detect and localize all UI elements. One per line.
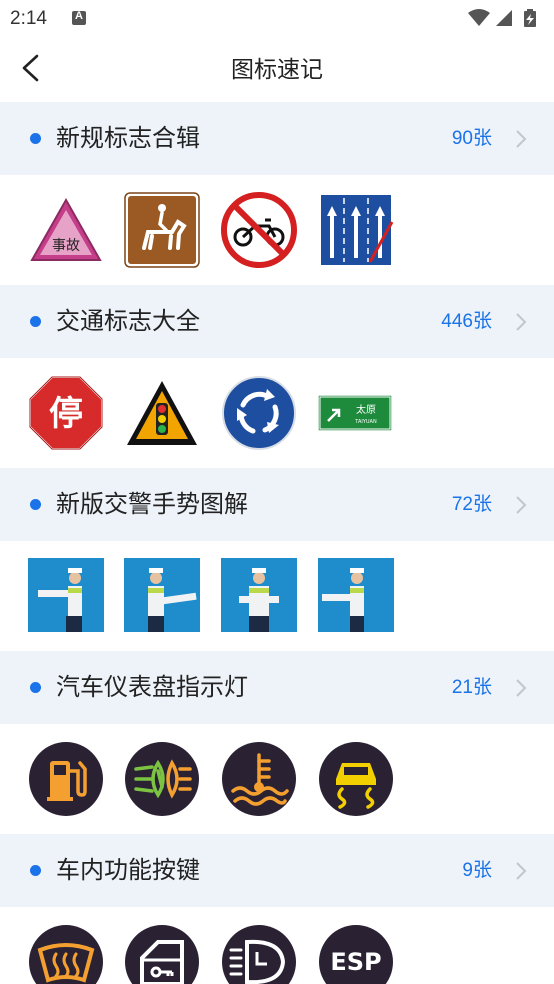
wifi-icon bbox=[468, 9, 490, 26]
direction-sign[interactable]: 太原 TAIYUAN bbox=[318, 375, 394, 451]
stop-sign-label: 停 bbox=[49, 394, 83, 434]
traction-control-icon[interactable] bbox=[318, 741, 394, 817]
thumb-row: ESP bbox=[0, 907, 554, 984]
bullet-dot bbox=[30, 133, 41, 144]
signal-icon bbox=[496, 10, 512, 26]
thumb-row: 事故 bbox=[0, 175, 554, 285]
section-count: 446张 bbox=[441, 311, 492, 332]
traffic-light-warning-sign[interactable] bbox=[124, 375, 200, 451]
thumb-row bbox=[0, 541, 554, 651]
esp-label: ESP bbox=[330, 948, 381, 976]
thumb-row bbox=[0, 724, 554, 834]
bullet-dot bbox=[30, 316, 41, 327]
section-count: 90张 bbox=[451, 128, 492, 149]
door-lock-icon[interactable] bbox=[124, 924, 200, 984]
direction-sign-sublabel: TAIYUAN bbox=[354, 419, 377, 425]
status-time: 2:14 bbox=[10, 8, 47, 29]
windshield-defrost-icon[interactable] bbox=[28, 924, 104, 984]
bullet-dot bbox=[30, 865, 41, 876]
chevron-right-icon bbox=[516, 496, 527, 514]
battery-charging-icon bbox=[524, 9, 536, 27]
washer-fluid-icon[interactable] bbox=[221, 924, 297, 984]
police-gesture-photo[interactable] bbox=[28, 558, 104, 632]
section-header-function-buttons[interactable]: 车内功能按键 9张 bbox=[0, 834, 554, 907]
section-header-new-rules[interactable]: 新规标志合辑 90张 bbox=[0, 102, 554, 175]
a-icon: A bbox=[72, 10, 86, 25]
horse-riding-sign[interactable] bbox=[124, 192, 200, 268]
bullet-dot bbox=[30, 682, 41, 693]
coolant-temperature-icon[interactable] bbox=[221, 741, 297, 817]
section-title: 汽车仪表盘指示灯 bbox=[56, 674, 248, 701]
stop-sign[interactable]: 停 bbox=[28, 375, 104, 451]
section-title: 新版交警手势图解 bbox=[56, 491, 248, 518]
chevron-right-icon bbox=[516, 130, 527, 148]
police-gesture-photo[interactable] bbox=[124, 558, 200, 632]
nav-bar: 图标速记 bbox=[0, 36, 554, 102]
section-header-dashboard-lights[interactable]: 汽车仪表盘指示灯 21张 bbox=[0, 651, 554, 724]
status-bar: 2:14 A bbox=[0, 0, 554, 36]
section-header-police-gestures[interactable]: 新版交警手势图解 72张 bbox=[0, 468, 554, 541]
section-header-traffic-signs[interactable]: 交通标志大全 446张 bbox=[0, 285, 554, 358]
accident-warning-sign[interactable]: 事故 bbox=[28, 192, 104, 268]
section-count: 21张 bbox=[451, 677, 492, 698]
roundabout-sign[interactable] bbox=[221, 375, 297, 451]
chevron-left-icon[interactable] bbox=[14, 50, 50, 86]
direction-sign-label: 太原 bbox=[356, 403, 376, 416]
section-title: 车内功能按键 bbox=[56, 857, 200, 884]
no-motorcycle-sign[interactable] bbox=[221, 192, 297, 268]
section-title: 交通标志大全 bbox=[56, 308, 200, 335]
page-title: 图标速记 bbox=[231, 56, 323, 82]
chevron-right-icon bbox=[516, 862, 527, 880]
chevron-right-icon bbox=[516, 679, 527, 697]
fuel-indicator-icon[interactable] bbox=[28, 741, 104, 817]
lane-closed-sign[interactable] bbox=[318, 192, 394, 268]
section-count: 72张 bbox=[451, 494, 492, 515]
police-gesture-photo[interactable] bbox=[318, 558, 394, 632]
fog-light-indicator-icon[interactable] bbox=[124, 741, 200, 817]
section-count: 9张 bbox=[462, 860, 492, 881]
section-title: 新规标志合辑 bbox=[56, 125, 200, 152]
police-gesture-photo[interactable] bbox=[221, 558, 297, 632]
esp-button-icon[interactable]: ESP bbox=[318, 924, 394, 984]
status-icons bbox=[468, 9, 536, 27]
accident-sign-label: 事故 bbox=[52, 238, 80, 254]
bullet-dot bbox=[30, 499, 41, 510]
thumb-row: 停 太原 TAIYUAN bbox=[0, 358, 554, 468]
chevron-right-icon bbox=[516, 313, 527, 331]
